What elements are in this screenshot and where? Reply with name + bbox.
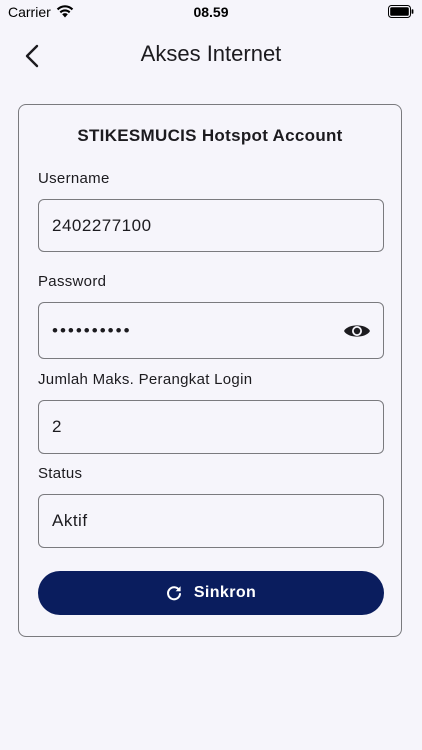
status-time: 08.59 <box>193 4 229 20</box>
card-title: STIKESMUCIS Hotspot Account <box>77 126 343 145</box>
page-title: Akses Internet <box>140 41 282 66</box>
status-label: Status <box>38 465 83 482</box>
username-label: Username <box>38 170 110 187</box>
username-value: 2402277100 <box>52 215 152 235</box>
toggle-password-visibility-button[interactable] <box>343 321 371 341</box>
refresh-icon <box>166 586 181 601</box>
status-field[interactable]: Aktif <box>38 494 384 548</box>
password-label: Password <box>38 273 107 290</box>
hotspot-account-card: STIKESMUCIS Hotspot Account Username 240… <box>18 104 402 637</box>
app-bar: Akses Internet <box>0 24 422 86</box>
max-devices-value: 2 <box>52 417 62 436</box>
password-field[interactable]: •••••••••• <box>38 302 384 359</box>
status-value: Aktif <box>52 511 88 530</box>
max-devices-field[interactable]: 2 <box>38 400 384 454</box>
sync-button[interactable]: Sinkron <box>38 571 384 615</box>
password-value: •••••••••• <box>52 320 132 340</box>
eye-icon <box>344 324 370 337</box>
sync-button-label: Sinkron <box>193 584 257 601</box>
max-devices-label: Jumlah Maks. Perangkat Login <box>38 371 253 388</box>
username-field[interactable]: 2402277100 <box>38 199 384 252</box>
status-bar: Carrier 08.59 <box>0 0 422 24</box>
battery-icon <box>388 5 414 18</box>
